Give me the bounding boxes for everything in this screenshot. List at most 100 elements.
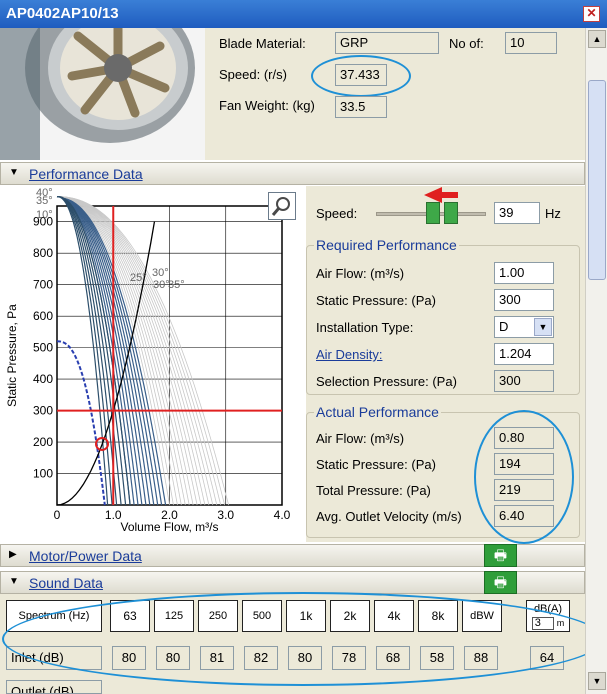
no-of-value: 10	[505, 32, 557, 54]
blade-angle-label: 30°	[152, 267, 169, 279]
speed-rs-label: Speed: (r/s)	[219, 67, 287, 82]
selection-pressure-value: 300	[494, 370, 554, 392]
dba-unit: m	[556, 618, 565, 628]
chevron-down-icon[interactable]: ▼	[534, 318, 552, 336]
required-performance-title: Required Performance	[314, 237, 459, 253]
print-motor-button[interactable]: 🖶	[484, 544, 517, 567]
inlet-value-cell: 58	[420, 646, 454, 670]
window-titlebar: AP0402AP10/13 ✕	[0, 0, 607, 28]
close-button[interactable]: ✕	[583, 6, 600, 22]
speed-rs-value: 37.433	[335, 64, 387, 86]
speed-slider-thumb-secondary[interactable]	[444, 202, 458, 224]
y-tick-label: 800	[33, 246, 53, 260]
speed-hz-label: Speed:	[316, 206, 358, 221]
selection-pressure-label: Selection Pressure: (Pa)	[316, 374, 457, 389]
req-air-flow-label: Air Flow: (m³/s)	[316, 266, 405, 281]
act-total-pressure-label: Total Pressure: (Pa)	[316, 483, 431, 498]
blade-material-label: Blade Material:	[219, 36, 306, 51]
inlet-value-cell: 82	[244, 646, 278, 670]
blade-angle-label: 10°	[36, 209, 53, 221]
act-static-pressure-label: Static Pressure: (Pa)	[316, 457, 436, 472]
y-tick-label: 300	[33, 404, 53, 418]
act-air-flow-label: Air Flow: (m³/s)	[316, 431, 405, 446]
blade-angle-label: 25°	[130, 272, 147, 284]
scroll-down-button[interactable]: ▼	[588, 672, 606, 690]
dba-header: dB(A) 3 m	[526, 600, 570, 632]
req-air-flow-input[interactable]: 1.00	[494, 262, 554, 284]
act-outlet-velocity-value: 6.40	[494, 505, 554, 527]
zoom-button[interactable]	[268, 192, 296, 220]
speed-slider-thumb[interactable]	[426, 202, 440, 224]
speed-hz-unit: Hz	[545, 206, 561, 221]
inlet-value-cell: 81	[200, 646, 234, 670]
inlet-value-cell: 80	[156, 646, 190, 670]
req-static-pressure-label: Static Pressure: (Pa)	[316, 293, 436, 308]
collapse-arrow-icon[interactable]: ▼	[9, 167, 19, 178]
y-axis-label: Static Pressure, Pa	[5, 304, 19, 407]
spectrum-band-125: 125	[154, 600, 194, 632]
inlet-value-cell: 88	[464, 646, 498, 670]
fan-image	[0, 28, 205, 160]
scroll-thumb[interactable]	[588, 80, 606, 280]
window-title: AP0402AP10/13	[6, 5, 119, 22]
inlet-value-cell: 64	[530, 646, 564, 670]
blade-angle-label: 35°	[36, 195, 53, 207]
inlet-value-cell: 78	[332, 646, 366, 670]
actual-performance-title: Actual Performance	[314, 404, 441, 420]
red-arrow-icon	[424, 187, 458, 203]
print-sound-button[interactable]: 🖶	[484, 571, 517, 594]
fan-curve-svg: 1002003004005006007008009000 1.0 2.0 3.0 4.0…	[5, 187, 291, 534]
act-static-pressure-value: 194	[494, 453, 554, 475]
spectrum-band-8k: 8k	[418, 600, 458, 632]
inlet-value-cell: 80	[112, 646, 146, 670]
performance-section-header[interactable]: ▼ Performance Data	[0, 162, 585, 185]
spectrum-band-dBW: dBW	[462, 600, 502, 632]
outlet-row-label: Outlet (dB)	[6, 680, 102, 694]
x-axis-label: Volume Flow, m³/s	[120, 520, 218, 534]
installation-type-value: D	[499, 319, 509, 334]
req-static-pressure-input[interactable]: 300	[494, 289, 554, 311]
spectrum-band-2k: 2k	[330, 600, 370, 632]
air-density-input[interactable]: 1.204	[494, 343, 554, 365]
vertical-scrollbar[interactable]: ▲ ▼	[585, 28, 607, 694]
y-tick-label: 700	[33, 278, 53, 292]
y-tick-label: 500	[33, 341, 53, 355]
spectrum-band-500: 500	[242, 600, 282, 632]
spectrum-band-63: 63	[110, 600, 150, 632]
no-of-label: No of:	[449, 36, 484, 51]
installation-type-label: Installation Type:	[316, 320, 414, 335]
inlet-value-cell: 80	[288, 646, 322, 670]
dba-label: dB(A)	[533, 603, 563, 615]
spectrum-band-250: 250	[198, 600, 238, 632]
spectrum-band-4k: 4k	[374, 600, 414, 632]
scroll-up-button[interactable]: ▲	[588, 30, 606, 48]
blade-material-value: GRP	[335, 32, 439, 54]
performance-section-title[interactable]: Performance Data	[29, 166, 143, 182]
collapse-arrow-icon[interactable]: ▼	[9, 576, 19, 587]
blade-angle-label: 30°	[153, 279, 170, 291]
expand-arrow-icon[interactable]: ▶	[9, 549, 17, 560]
inlet-value-cell: 68	[376, 646, 410, 670]
x-tick-label: 4.0	[274, 508, 291, 522]
fan-weight-value: 33.5	[335, 96, 387, 118]
spectrum-band-1k: 1k	[286, 600, 326, 632]
spectrum-label: Spectrum (Hz)	[6, 600, 102, 632]
x-tick-label: 3.0	[217, 508, 234, 522]
y-tick-label: 100	[33, 467, 53, 481]
magnifier-icon	[271, 197, 290, 216]
air-density-link[interactable]: Air Density:	[316, 347, 382, 362]
sound-section-title[interactable]: Sound Data	[29, 575, 103, 591]
y-tick-label: 600	[33, 309, 53, 323]
x-tick-label: 1.0	[105, 508, 122, 522]
blade-angle-label: 35°	[168, 279, 185, 291]
dba-distance-input[interactable]: 3	[531, 617, 554, 630]
motor-power-section-title[interactable]: Motor/Power Data	[29, 548, 142, 564]
installation-type-select[interactable]: D ▼	[494, 316, 554, 338]
act-outlet-velocity-label: Avg. Outlet Velocity (m/s)	[316, 509, 462, 524]
y-tick-label: 200	[33, 435, 53, 449]
x-tick-label: 0	[54, 508, 61, 522]
fan-curve-chart: 100 200 300 400 500 600 700 800 900 0 1.0 2.0 3.0 4.0…	[0, 186, 306, 542]
act-air-flow-value: 0.80	[494, 427, 554, 449]
fan-weight-label: Fan Weight: (kg)	[219, 98, 315, 113]
speed-hz-input[interactable]: 39	[494, 202, 540, 224]
